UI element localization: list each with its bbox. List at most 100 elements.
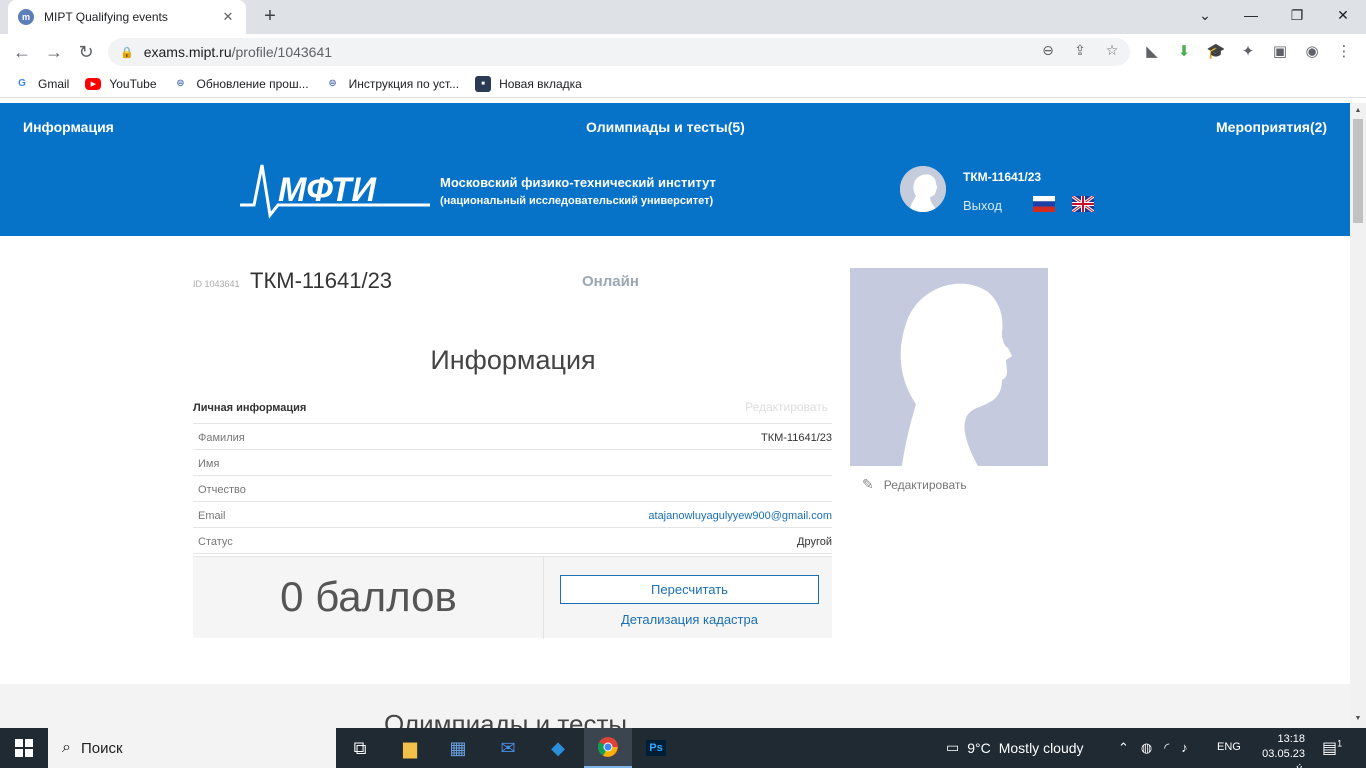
close-window-button[interactable]: ✕ xyxy=(1320,0,1366,30)
volume-icon[interactable]: ♪ xyxy=(1181,740,1188,756)
tab-icon: ■ xyxy=(475,75,492,92)
bookmark-youtube[interactable]: ▶ YouTube xyxy=(85,77,157,91)
logo-text: МФТИ xyxy=(278,171,377,209)
notification-icon[interactable]: ▤1 xyxy=(1322,738,1342,758)
bookmark-star-icon[interactable]: ☆ xyxy=(1104,42,1120,59)
lock-icon[interactable]: 🔒 xyxy=(120,46,134,59)
user-silhouette-icon xyxy=(900,166,946,212)
system-tray: ⌃ ◍ ◜ ♪ xyxy=(1118,740,1188,756)
search-placeholder: Поиск xyxy=(80,739,123,757)
file-explorer-icon[interactable]: ▆ xyxy=(386,728,434,768)
puzzle-icon[interactable]: ✦ xyxy=(1236,40,1260,64)
photoshop-icon[interactable]: Ps xyxy=(632,728,680,768)
profile-icon[interactable]: ◉ xyxy=(1300,40,1324,64)
scroll-down-icon[interactable]: ▼ xyxy=(1350,715,1366,722)
clock[interactable]: 13:18 03.05.23 ý. xyxy=(1257,732,1305,768)
taskbar-search[interactable]: ⌕ Поиск xyxy=(48,728,336,768)
cadastre-details-link[interactable]: Детализация кадастра xyxy=(560,612,819,627)
olympiads-section: Олимпиады и тесты xyxy=(0,684,1350,728)
field-label: Имя xyxy=(198,458,220,470)
chrome-icon[interactable] xyxy=(584,728,632,768)
uk-flag-icon[interactable] xyxy=(1072,196,1094,212)
scroll-thumb[interactable] xyxy=(1353,119,1363,223)
reload-icon[interactable]: ↻ xyxy=(74,40,98,64)
russian-flag-icon[interactable] xyxy=(1033,196,1055,212)
bookmark-label: Обновление прош... xyxy=(196,76,309,91)
graduation-cap-icon[interactable]: 🎓 xyxy=(1204,40,1228,64)
edit-photo-label: Редактировать xyxy=(883,477,967,492)
url-path: /profile/1043641 xyxy=(231,44,333,60)
profile-id: ID 1043641 xyxy=(193,279,240,289)
institute-name: Московский физико-технический институт xyxy=(440,175,716,190)
chevron-up-icon[interactable]: ⌃ xyxy=(1118,740,1129,756)
field-label: Статус xyxy=(198,536,233,548)
task-view-icon[interactable]: ⧉ xyxy=(336,728,384,768)
download-extension-icon[interactable]: ⬇ xyxy=(1172,40,1196,64)
zoom-icon[interactable]: ⊖ xyxy=(1040,42,1056,59)
globe-icon: ⊜ xyxy=(328,78,337,89)
profile-photo xyxy=(850,268,1048,466)
score-value: 0 баллов xyxy=(280,573,457,620)
globe-icon: ⊜ xyxy=(176,78,185,89)
score-panel: 0 баллов Пересчитать Детализация кадастр… xyxy=(193,556,832,639)
url-host: exams.mipt.ru xyxy=(143,44,232,60)
forward-icon[interactable]: → xyxy=(42,40,66,64)
windows-start-button[interactable] xyxy=(0,728,48,768)
search-icon: ⌕ xyxy=(62,739,71,756)
new-tab-button[interactable]: + xyxy=(258,5,282,29)
page-viewport: Информация Олимпиады и тесты(5) Мероприя… xyxy=(0,103,1350,728)
clock-time: 13:18 xyxy=(1277,733,1305,745)
restore-button[interactable]: ❐ xyxy=(1274,0,1320,30)
bookmarks-bar: G Gmail ▶ YouTube ⊜ Обновление прош... ⊜… xyxy=(0,70,1366,98)
back-icon[interactable]: ← xyxy=(10,40,34,64)
address-bar[interactable]: 🔒 exams.mipt.ru/profile/1043641 ⊖ ⇪ ☆ xyxy=(108,38,1130,66)
weather-desc: Mostly cloudy xyxy=(998,739,1084,756)
nav-events[interactable]: Мероприятия(2) xyxy=(1216,119,1327,135)
bookmark-update[interactable]: ⊜ Обновление прош... xyxy=(173,76,309,92)
header-avatar[interactable] xyxy=(900,166,946,212)
personal-info-label: Личная информация xyxy=(193,402,307,414)
edit-info-link[interactable]: Редактировать xyxy=(745,400,828,414)
meet-icon[interactable]: ◍ xyxy=(1141,740,1152,756)
weather-widget[interactable]: ▭ 9°C Mostly cloudy xyxy=(946,739,1084,756)
close-tab-icon[interactable]: ✕ xyxy=(220,9,236,25)
mail-icon[interactable]: ✉ xyxy=(484,728,532,768)
field-value: Другой xyxy=(797,536,832,548)
minimize-button[interactable]: — xyxy=(1228,0,1274,30)
mipt-logo[interactable]: МФТИ xyxy=(240,161,430,219)
browser-tab[interactable]: m MIPT Qualifying events ✕ xyxy=(8,0,246,34)
language-indicator[interactable]: ENG xyxy=(1217,741,1241,753)
score-area: 0 баллов xyxy=(193,557,544,639)
store-icon[interactable]: ▦ xyxy=(434,728,482,768)
weather-temp: 9°C xyxy=(967,739,991,756)
scroll-up-icon[interactable]: ▲ xyxy=(1350,107,1366,114)
browser-toolbar: ← → ↻ 🔒 exams.mipt.ru/profile/1043641 ⊖ … xyxy=(0,34,1366,70)
nav-info[interactable]: Информация xyxy=(23,119,114,135)
logout-link[interactable]: Выход xyxy=(963,198,1002,213)
online-status: Онлайн xyxy=(582,273,639,290)
extension-icon[interactable]: ◣ xyxy=(1140,40,1164,64)
notification-count: 1 xyxy=(1337,738,1343,749)
sidepanel-icon[interactable]: ▣ xyxy=(1268,40,1292,64)
bookmark-instruction[interactable]: ⊜ Инструкция по уст... xyxy=(325,76,459,92)
tab-search-icon[interactable]: ⌄ xyxy=(1182,0,1228,30)
field-label: Email xyxy=(198,510,226,522)
bookmark-gmail[interactable]: G Gmail xyxy=(14,76,69,92)
recalculate-button[interactable]: Пересчитать xyxy=(560,575,819,604)
field-row-firstname: Имя xyxy=(193,450,832,476)
share-icon[interactable]: ⇪ xyxy=(1072,42,1088,59)
pencil-icon: ✎ xyxy=(862,476,874,492)
vscode-icon[interactable]: ◆ xyxy=(534,728,582,768)
header-username[interactable]: ТКМ-11641/23 xyxy=(963,170,1041,184)
url-text: exams.mipt.ru/profile/1043641 xyxy=(144,44,332,60)
wifi-icon[interactable]: ◜ xyxy=(1164,740,1169,756)
bookmark-new-tab[interactable]: ■ Новая вкладка xyxy=(475,75,582,92)
edit-photo-link[interactable]: ✎ Редактировать xyxy=(862,476,967,493)
section-title: Информация xyxy=(430,345,596,375)
page-scrollbar[interactable]: ▲ ▼ xyxy=(1350,103,1366,728)
email-link[interactable]: atajanowluyagulyyew900@gmail.com xyxy=(648,510,832,522)
menu-icon[interactable]: ⋮ xyxy=(1332,40,1356,64)
site-header: Информация Олимпиады и тесты(5) Мероприя… xyxy=(0,103,1350,236)
nav-olympiads[interactable]: Олимпиады и тесты(5) xyxy=(586,119,745,135)
profile-name: ТКМ-11641/23 xyxy=(250,268,393,293)
